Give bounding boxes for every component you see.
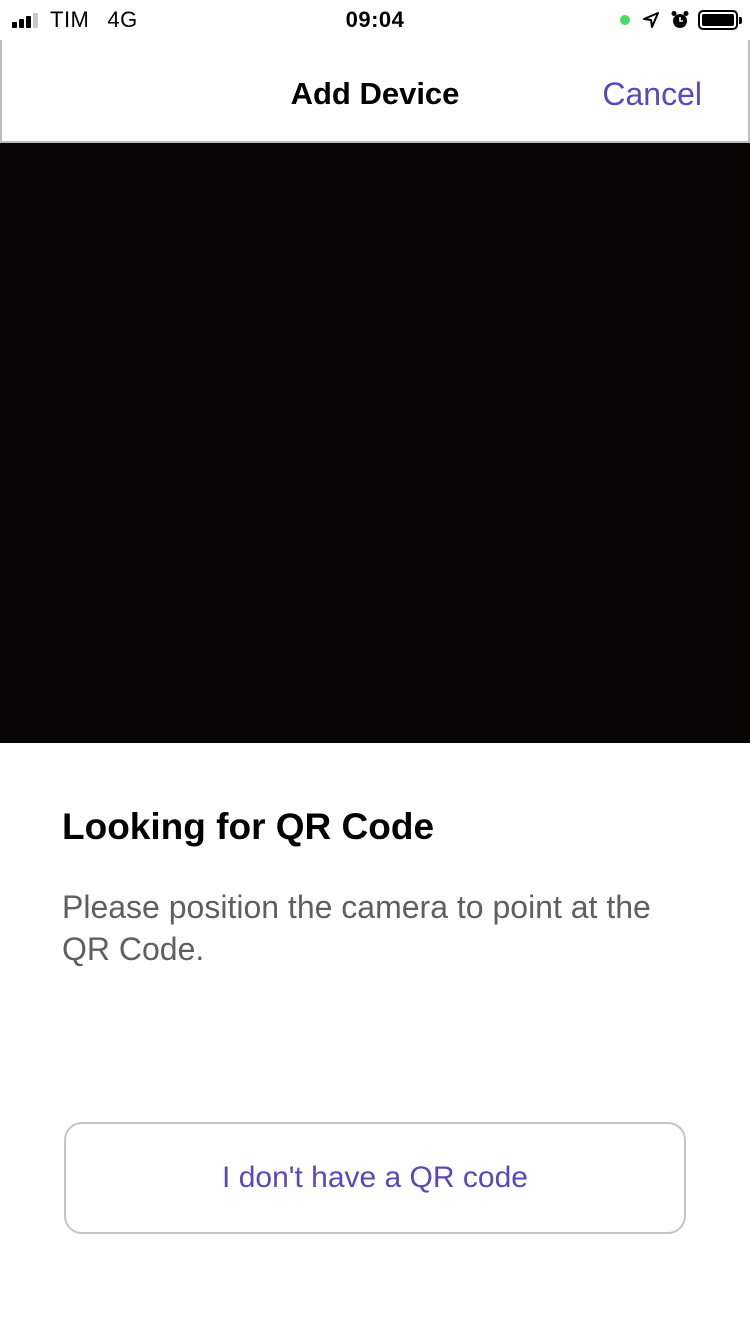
alarm-clock-icon xyxy=(671,11,689,28)
location-arrow-icon xyxy=(643,12,659,28)
navigation-bar: Add Device Cancel xyxy=(0,40,750,143)
scan-status-heading: Looking for QR Code xyxy=(62,806,435,847)
status-bar-right xyxy=(620,8,742,32)
no-qr-code-button[interactable]: I don't have a QR code xyxy=(64,1122,686,1234)
add-device-screen: TIM 4G 09:04 Add Device Cancel Looking f… xyxy=(0,0,750,1334)
camera-preview xyxy=(0,143,750,743)
cancel-button[interactable]: Cancel xyxy=(602,76,702,113)
camera-in-use-indicator xyxy=(620,15,630,25)
battery-full-icon xyxy=(698,10,742,30)
scan-instructions: Please position the camera to point at t… xyxy=(62,889,651,967)
status-bar: TIM 4G 09:04 xyxy=(0,0,750,40)
